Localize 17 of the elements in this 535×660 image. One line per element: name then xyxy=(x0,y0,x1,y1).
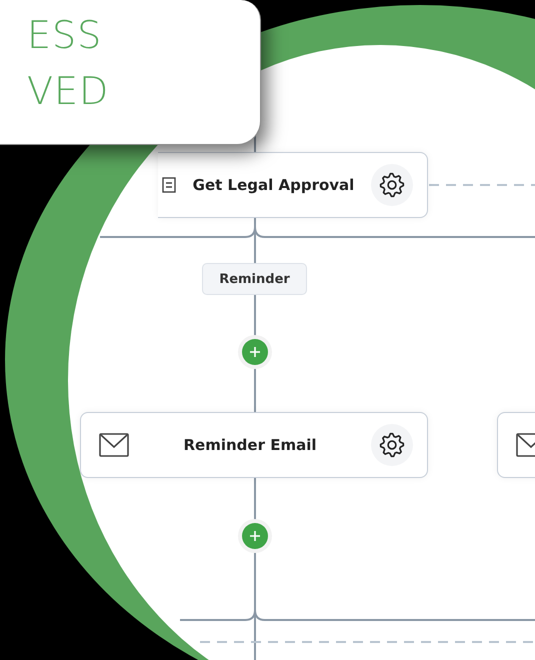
envelope-icon xyxy=(99,433,129,457)
headline-text: VED xyxy=(27,68,110,115)
plus-icon xyxy=(249,346,261,358)
document-icon xyxy=(162,177,176,193)
step-label: Reminder Email xyxy=(182,436,318,454)
gear-icon xyxy=(379,432,405,458)
step-label: Get Legal Approval xyxy=(192,176,356,194)
add-step-button[interactable] xyxy=(242,523,268,549)
workflow-step-card[interactable]: Reminder Email xyxy=(80,412,428,478)
gear-icon xyxy=(379,172,405,198)
workflow-step-card[interactable]: Get Legal Approval xyxy=(158,152,428,218)
plus-icon xyxy=(249,530,261,542)
step-tag: Reminder xyxy=(202,263,307,295)
add-step-button[interactable] xyxy=(242,339,268,365)
headline-text: ESS xyxy=(27,12,104,59)
settings-button[interactable] xyxy=(371,424,413,466)
settings-button[interactable] xyxy=(371,164,413,206)
